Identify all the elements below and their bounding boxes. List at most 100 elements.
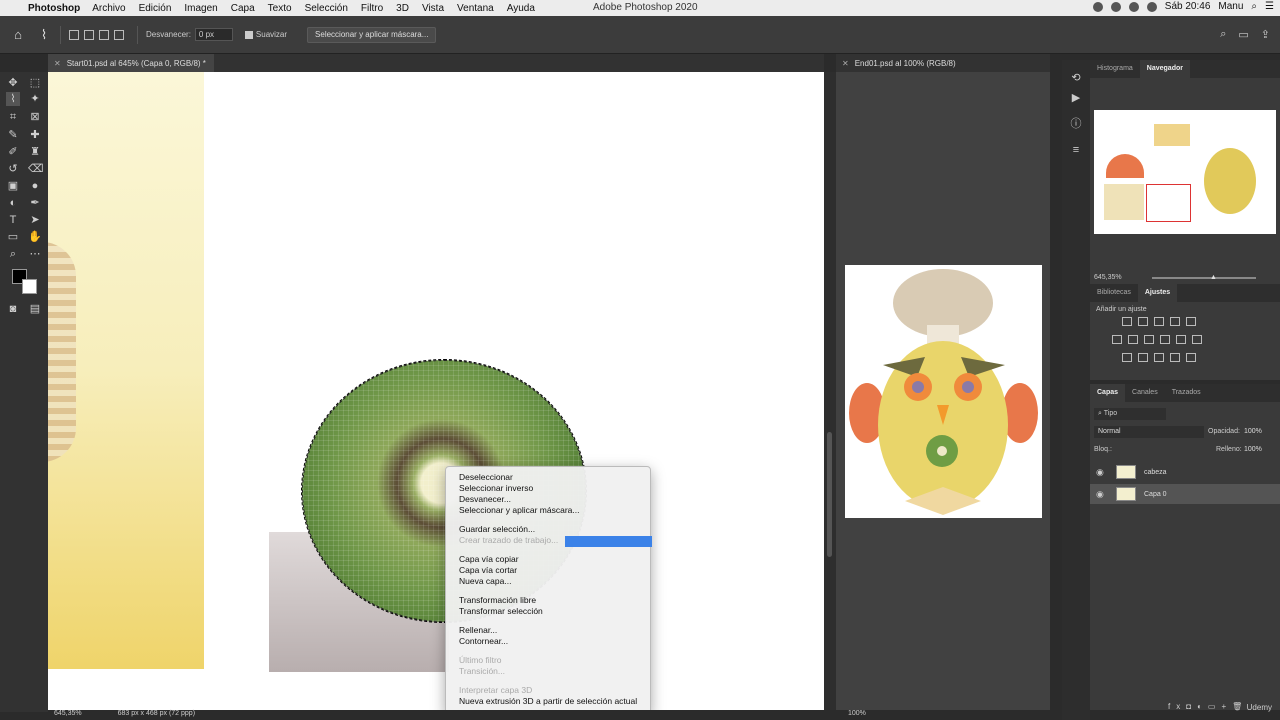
workspace-icon[interactable]: ▭ <box>1238 28 1248 41</box>
close-icon[interactable]: ✕ <box>54 59 61 68</box>
list-icon[interactable]: ☰ <box>1265 1 1274 12</box>
menu-item-feather[interactable]: Desvanecer... <box>446 494 650 505</box>
search-icon[interactable]: ⌕ <box>1251 1 1257 12</box>
exposure-icon[interactable] <box>1170 317 1180 326</box>
marquee-tool-icon[interactable]: ⬚ <box>28 76 42 90</box>
lookup-icon[interactable] <box>1192 335 1202 344</box>
new-selection-icon[interactable] <box>69 29 79 40</box>
dodge-tool-icon[interactable]: ◐ <box>6 196 20 210</box>
levels-icon[interactable] <box>1138 317 1148 326</box>
folder-icon[interactable]: ▭ <box>1208 702 1222 711</box>
layer-row[interactable]: ◉ cabeza <box>1090 462 1280 482</box>
crop-tool-icon[interactable]: ⌗ <box>6 110 20 124</box>
eye-icon[interactable]: ◉ <box>1096 489 1106 500</box>
layer-name[interactable]: cabeza <box>1144 469 1167 476</box>
fill-input[interactable]: 100% <box>1244 446 1262 453</box>
menu-item-layer-via-copy[interactable]: Capa vía copiar <box>446 554 650 565</box>
status-app-icon[interactable] <box>1110 1 1121 12</box>
menu-item-select-and-mask[interactable]: Seleccionar y aplicar máscara... <box>446 505 650 516</box>
eyedropper-icon[interactable]: ✎ <box>6 128 20 142</box>
play-icon[interactable]: ▶ <box>1070 92 1082 104</box>
background-color-swatch[interactable] <box>22 279 37 294</box>
screen-mode-icon[interactable]: ▤ <box>28 302 42 316</box>
blur-tool-icon[interactable]: ● <box>28 179 42 193</box>
menu-item-new-3d-extrusion[interactable]: Nueva extrusión 3D a partir de selección… <box>446 696 650 707</box>
subtract-selection-icon[interactable] <box>99 29 109 40</box>
posterize-icon[interactable] <box>1138 353 1148 362</box>
history-brush-icon[interactable]: ↺ <box>6 162 20 176</box>
status-app-icon[interactable] <box>1092 1 1103 12</box>
healing-brush-icon[interactable]: ✚ <box>28 128 42 142</box>
menu-filtro[interactable]: Filtro <box>361 3 383 14</box>
more-tools-icon[interactable]: ⋯ <box>28 247 42 261</box>
menu-capa[interactable]: Capa <box>231 3 255 14</box>
eye-icon[interactable]: ◉ <box>1096 467 1106 478</box>
photo-filter-icon[interactable] <box>1160 335 1170 344</box>
menu-item-layer-via-cut[interactable]: Capa vía cortar <box>446 565 650 576</box>
menu-vista[interactable]: Vista <box>422 3 444 14</box>
menu-item-transform-selection[interactable]: Transformar selección <box>446 606 650 617</box>
menu-item-select-inverse[interactable]: Seleccionar inverso <box>446 483 650 494</box>
clock[interactable]: Sáb 20:46 <box>1165 1 1211 12</box>
threshold-icon[interactable] <box>1154 353 1164 362</box>
share-icon[interactable]: ⇪ <box>1261 28 1270 41</box>
menu-archivo[interactable]: Archivo <box>92 3 125 14</box>
intersect-selection-icon[interactable] <box>114 29 124 40</box>
menu-ventana[interactable]: Ventana <box>457 3 494 14</box>
stamp-tool-icon[interactable]: ♜ <box>28 145 42 159</box>
opacity-input[interactable]: 100% <box>1244 428 1262 435</box>
frame-tool-icon[interactable]: ⊠ <box>28 110 42 124</box>
navigator-preview[interactable] <box>1094 110 1276 234</box>
home-icon[interactable]: ⌂ <box>10 27 26 43</box>
menu-seleccion[interactable]: Selección <box>305 3 348 14</box>
menu-item-free-transform[interactable]: Transformación libre <box>446 595 650 606</box>
layer-name[interactable]: Capa 0 <box>1144 491 1167 498</box>
magic-wand-icon[interactable]: ✦ <box>28 92 42 106</box>
canvas-scrollbar[interactable] <box>824 72 836 710</box>
eraser-icon[interactable]: ⌫ <box>28 162 44 176</box>
menu-item-fill[interactable]: Rellenar... <box>446 625 650 636</box>
zoom-readout[interactable]: 645,35% <box>54 710 82 717</box>
hue-icon[interactable] <box>1112 335 1122 344</box>
new-layer-icon[interactable]: + <box>1221 702 1232 711</box>
pen-tool-icon[interactable]: ✒ <box>28 196 42 210</box>
brightness-icon[interactable] <box>1122 317 1132 326</box>
properties-icon[interactable]: ≡ <box>1070 144 1082 156</box>
tab-trazados[interactable]: Trazados <box>1165 384 1208 402</box>
add-selection-icon[interactable] <box>84 29 94 40</box>
scroll-thumb[interactable] <box>827 432 832 557</box>
vibrance-icon[interactable] <box>1186 317 1196 326</box>
battery-icon[interactable] <box>1146 1 1157 12</box>
feather-input[interactable]: 0 px <box>194 28 233 41</box>
tab-navegador[interactable]: Navegador <box>1139 60 1190 78</box>
blend-mode-select[interactable]: Normal <box>1094 426 1204 438</box>
history-icon[interactable]: ⟲ <box>1070 72 1082 84</box>
mask-icon[interactable]: ◘ <box>1186 702 1197 711</box>
tab-capas[interactable]: Capas <box>1090 384 1126 402</box>
move-tool-icon[interactable]: ✥ <box>6 76 20 90</box>
tab-bibliotecas[interactable]: Bibliotecas <box>1090 284 1138 302</box>
menu-edicion[interactable]: Edición <box>139 3 172 14</box>
navigator-view-box[interactable] <box>1146 184 1191 222</box>
menu-imagen[interactable]: Imagen <box>184 3 217 14</box>
layer-row-selected[interactable]: ◉ Capa 0 <box>1090 484 1280 504</box>
quick-mask-icon[interactable]: ◙ <box>6 302 20 316</box>
zoom-tool-icon[interactable]: ⌕ <box>6 247 20 261</box>
lasso-tool-icon[interactable]: ⌇ <box>6 92 20 106</box>
hand-tool-icon[interactable]: ✋ <box>28 230 42 244</box>
path-select-icon[interactable]: ➤ <box>28 213 42 227</box>
menu-ayuda[interactable]: Ayuda <box>507 3 535 14</box>
tab-histograma[interactable]: Histograma <box>1090 60 1140 78</box>
app-menu[interactable]: Photoshop <box>28 3 80 14</box>
search-icon[interactable]: ⌕ <box>1220 28 1226 41</box>
tab-start01[interactable]: ✕ Start01.psd al 645% (Capa 0, RGB/8) * <box>48 54 214 72</box>
close-icon[interactable]: ✕ <box>842 59 849 68</box>
bw-icon[interactable] <box>1144 335 1154 344</box>
zoom-readout-2[interactable]: 100% <box>848 710 866 717</box>
smooth-checkbox[interactable] <box>244 30 253 39</box>
gradient-tool-icon[interactable]: ▣ <box>6 179 20 193</box>
shape-tool-icon[interactable]: ▭ <box>6 230 20 244</box>
menu-item-deselect[interactable]: Deseleccionar <box>446 472 650 483</box>
menu-item-save-selection[interactable]: Guardar selección... <box>446 524 650 535</box>
tab-ajustes[interactable]: Ajustes <box>1137 284 1178 302</box>
